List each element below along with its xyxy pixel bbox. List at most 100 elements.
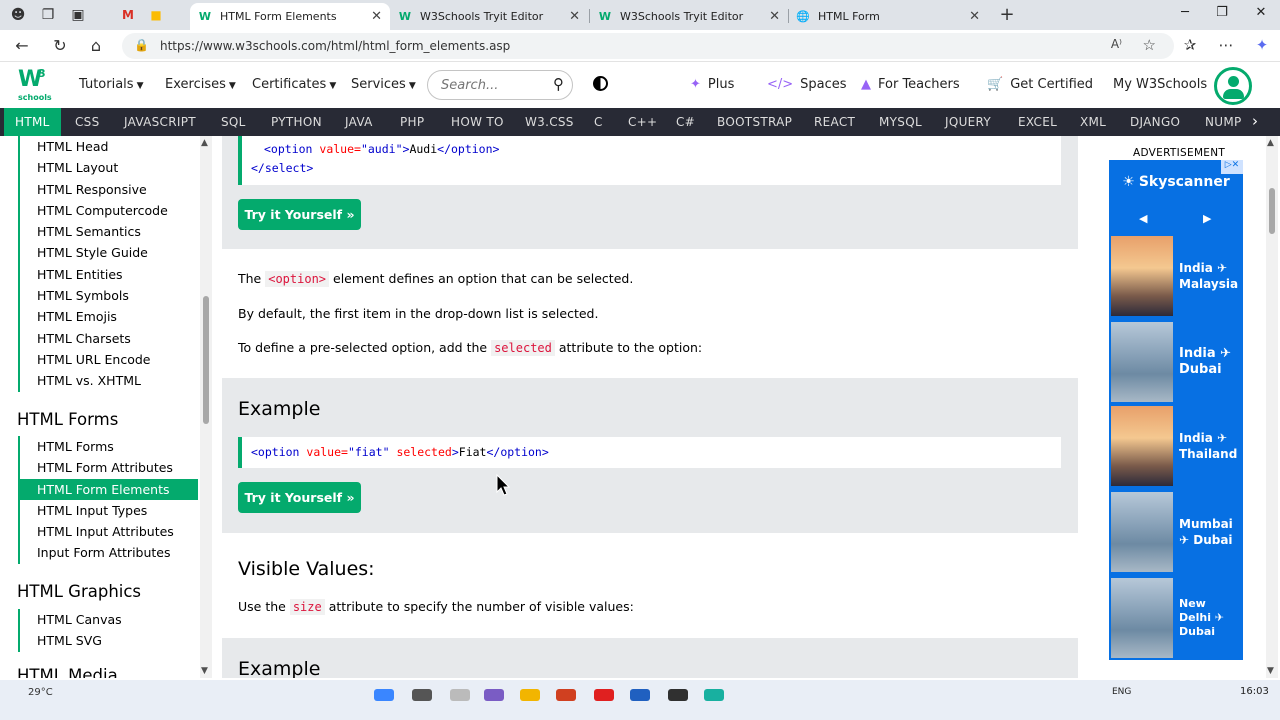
- certificates-menu[interactable]: Certificates ▼: [252, 77, 336, 92]
- address-bar[interactable]: 🔒 https://www.w3schools.com/html/html_fo…: [122, 33, 1174, 59]
- lang-howto[interactable]: HOW TO: [451, 115, 504, 129]
- sidebar-item[interactable]: HTML Responsive: [20, 179, 200, 200]
- sidebar-item[interactable]: HTML Semantics: [20, 221, 200, 242]
- lang-w3css[interactable]: W3.CSS: [525, 115, 574, 129]
- lang-sql[interactable]: SQL: [221, 115, 246, 129]
- search-icon[interactable]: ⚲: [553, 75, 564, 93]
- scrollbar-thumb[interactable]: [1269, 188, 1275, 234]
- gmail-icon[interactable]: M: [116, 4, 140, 26]
- ad-card[interactable]: India ✈ Malaysia: [1109, 236, 1243, 316]
- lang-c[interactable]: C: [594, 115, 603, 129]
- lang-python[interactable]: PYTHON: [271, 115, 322, 129]
- home-icon[interactable]: ⌂: [84, 35, 108, 57]
- copilot-icon[interactable]: ✦: [1250, 36, 1274, 54]
- sidebar-item[interactable]: HTML vs. XHTML: [20, 370, 200, 391]
- lang-css[interactable]: CSS: [75, 115, 100, 129]
- skyscanner-ad[interactable]: ▷✕ ☀ Skyscanner ◀ ▶ India ✈ Malaysia Indi…: [1109, 160, 1243, 660]
- lang-html[interactable]: HTML: [4, 108, 61, 136]
- sidebar-item[interactable]: HTML Style Guide: [20, 242, 200, 263]
- maximize-button[interactable]: ❐: [1207, 5, 1237, 20]
- sidebar-item[interactable]: HTML SVG: [20, 630, 200, 651]
- browser-tab-active[interactable]: W HTML Form Elements ✕: [190, 3, 390, 30]
- more-menu-icon[interactable]: ⋯: [1214, 36, 1238, 54]
- close-tab-icon[interactable]: ✕: [969, 9, 980, 24]
- sidebar-item[interactable]: HTML URL Encode: [20, 349, 200, 370]
- tutorials-menu[interactable]: Tutorials ▼: [79, 77, 144, 92]
- plus-link[interactable]: ✦ Plus: [690, 77, 734, 92]
- sidebar-item[interactable]: HTML Forms: [20, 436, 200, 457]
- sidebar-item[interactable]: HTML Head: [20, 136, 200, 157]
- ad-card[interactable]: Mumbai ✈ Dubai: [1109, 492, 1243, 572]
- sidebar-item[interactable]: Input Form Attributes: [20, 542, 200, 563]
- lang-excel[interactable]: EXCEL: [1018, 115, 1057, 129]
- app-icon[interactable]: [484, 689, 504, 701]
- page-scrollbar[interactable]: ▲ ▼: [1266, 136, 1278, 678]
- lang-javascript[interactable]: JAVASCRIPT: [124, 115, 196, 129]
- sidebar-item-active[interactable]: HTML Form Elements: [18, 478, 198, 500]
- close-window-button[interactable]: ✕: [1246, 5, 1276, 20]
- my-w3schools-link[interactable]: My W3Schools: [1113, 77, 1207, 92]
- get-certified-link[interactable]: 🛒 Get Certified: [987, 77, 1093, 92]
- sidebar-item[interactable]: HTML Entities: [20, 264, 200, 285]
- lang-django[interactable]: DJANGO: [1130, 115, 1180, 129]
- sidebar-item[interactable]: HTML Computercode: [20, 200, 200, 221]
- w3schools-logo[interactable]: W 3 schools: [16, 67, 54, 103]
- lang-xml[interactable]: XML: [1080, 115, 1106, 129]
- spaces-link[interactable]: </> Spaces: [767, 77, 847, 92]
- lang-java[interactable]: JAVA: [345, 115, 373, 129]
- minimize-button[interactable]: ─: [1170, 5, 1200, 20]
- back-arrow-icon[interactable]: ←: [10, 35, 34, 57]
- browser-tab[interactable]: W W3Schools Tryit Editor ✕: [390, 3, 588, 30]
- app-icon[interactable]: [594, 689, 614, 701]
- app-icon[interactable]: [668, 689, 688, 701]
- file-explorer-icon[interactable]: [520, 689, 540, 701]
- sidebar-item[interactable]: HTML Layout: [20, 157, 200, 178]
- sidebar-item[interactable]: HTML Canvas: [20, 609, 200, 630]
- sidebar-item[interactable]: HTML Input Types: [20, 500, 200, 521]
- search-input[interactable]: Search... ⚲: [427, 70, 573, 100]
- browser-tab[interactable]: W W3Schools Tryit Editor ✕: [590, 3, 788, 30]
- task-view-icon[interactable]: [450, 689, 470, 701]
- close-tab-icon[interactable]: ✕: [769, 9, 780, 24]
- ad-next-icon[interactable]: ▶: [1203, 212, 1211, 225]
- sidebar-item[interactable]: HTML Input Attributes: [20, 521, 200, 542]
- lang-php[interactable]: PHP: [400, 115, 424, 129]
- scrollbar-thumb[interactable]: [203, 296, 209, 424]
- language-indicator[interactable]: ENG: [1112, 687, 1131, 697]
- search-icon[interactable]: [412, 689, 432, 701]
- bookmark-icon[interactable]: ■: [144, 4, 168, 26]
- ad-card[interactable]: India ✈ Thailand: [1109, 406, 1243, 486]
- sidebar-item[interactable]: HTML Charsets: [20, 328, 200, 349]
- services-menu[interactable]: Services ▼: [351, 77, 416, 92]
- favorites-icon[interactable]: ✰: [1178, 36, 1202, 54]
- new-tab-button[interactable]: +: [996, 4, 1018, 25]
- lang-react[interactable]: REACT: [814, 115, 855, 129]
- lang-numpy[interactable]: NUMP: [1205, 115, 1242, 129]
- clock[interactable]: 16:03: [1240, 686, 1269, 697]
- lang-cpp[interactable]: C++: [628, 115, 657, 129]
- sidebar-item[interactable]: HTML Form Attributes: [20, 457, 200, 478]
- ad-prev-icon[interactable]: ◀: [1139, 212, 1147, 225]
- collections-icon[interactable]: ❐: [36, 4, 60, 26]
- chevron-right-icon[interactable]: ›: [1252, 112, 1258, 130]
- lang-mysql[interactable]: MYSQL: [879, 115, 922, 129]
- favorite-star-icon[interactable]: ☆: [1143, 36, 1156, 54]
- url-text[interactable]: https://www.w3schools.com/html/html_form…: [160, 39, 510, 53]
- tab-actions-icon[interactable]: ▣: [66, 4, 90, 26]
- lang-bootstrap[interactable]: BOOTSTRAP: [717, 115, 792, 129]
- lock-icon[interactable]: 🔒: [134, 38, 149, 52]
- weather-widget[interactable]: 29°C: [28, 687, 53, 698]
- close-tab-icon[interactable]: ✕: [569, 9, 580, 24]
- start-icon[interactable]: [374, 689, 394, 701]
- app-icon[interactable]: [630, 689, 650, 701]
- profile-icon[interactable]: ☻: [6, 4, 30, 26]
- app-icon[interactable]: [556, 689, 576, 701]
- sidebar-item[interactable]: HTML Symbols: [20, 285, 200, 306]
- ad-choices-icon[interactable]: ▷✕: [1221, 160, 1243, 174]
- sidebar-item[interactable]: HTML Emojis: [20, 306, 200, 327]
- try-it-yourself-button[interactable]: Try it Yourself »: [238, 199, 361, 230]
- browser-tab[interactable]: 🌐 HTML Form ✕: [788, 3, 988, 30]
- user-avatar[interactable]: [1214, 67, 1252, 105]
- ad-card[interactable]: India ✈ Dubai: [1109, 322, 1243, 402]
- lang-csharp[interactable]: C#: [676, 115, 695, 129]
